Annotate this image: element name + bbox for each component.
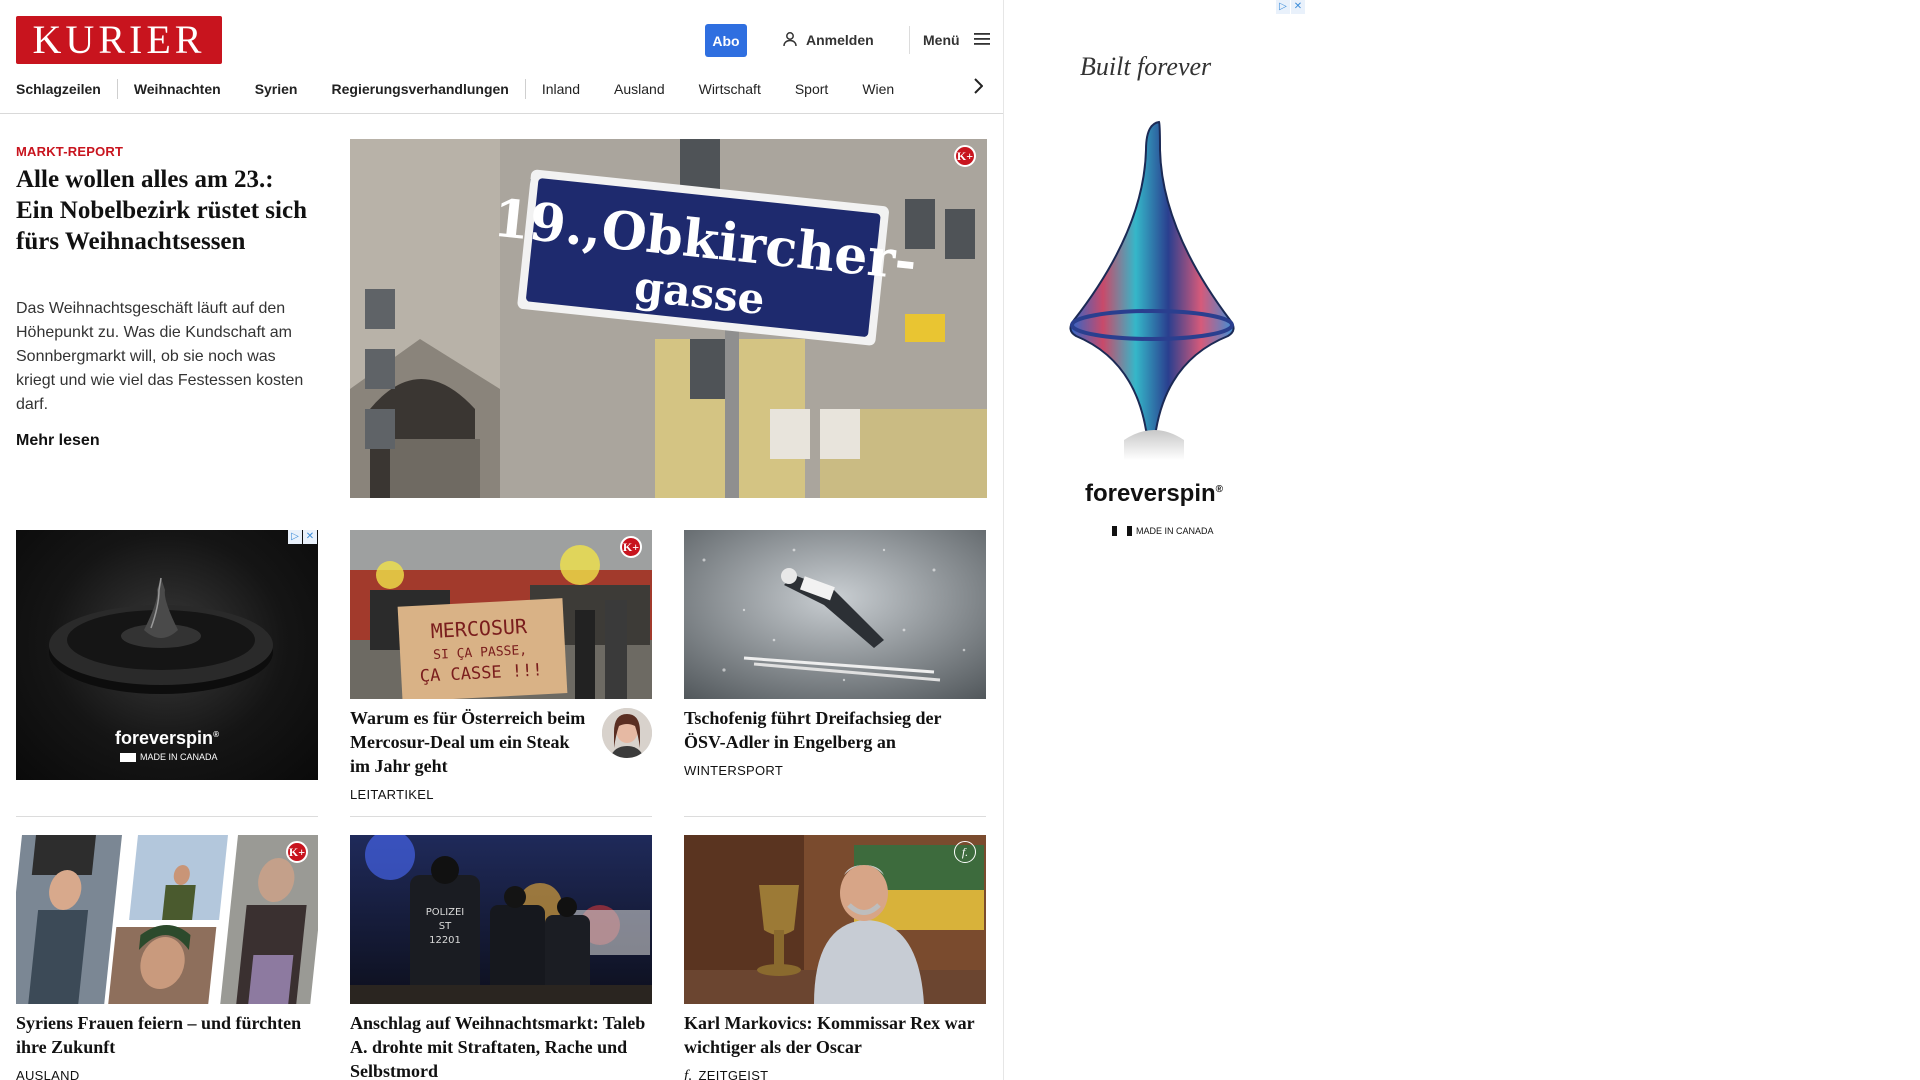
hero-kicker: MARKT-REPORT (16, 144, 124, 159)
logo-text: KURIER (32, 17, 206, 62)
hero-teaser: Das Weihnachtsgeschäft läuft auf den Höh… (16, 300, 304, 413)
abo-button[interactable]: Abo (705, 24, 747, 57)
kplus-badge-icon: K+ (954, 145, 976, 167)
nav-item-schlagzeilen[interactable]: Schlagzeilen (16, 81, 101, 97)
ad-brand-small: foreverspin® (115, 728, 219, 748)
card-image-markovics[interactable]: f. (684, 835, 986, 1004)
ad-close-icon[interactable]: ✕ (1291, 0, 1305, 14)
zeitgeist-badge-icon: f. (954, 841, 976, 863)
card-image-mercosur[interactable]: MERCOSUR SI ÇA PASSE, ÇA CASSE !!! K+ (350, 530, 652, 699)
adchoices-right[interactable]: ▷ ✕ (1276, 0, 1305, 14)
police-vest-text-3: 12201 (429, 935, 461, 946)
kplus-badge-icon: K+ (620, 536, 642, 558)
author-avatar (602, 708, 652, 758)
police-vest-text-1: POLIZEI (426, 907, 465, 918)
card-category-leitartikel: LEITARTIKEL (350, 787, 434, 802)
ad-banner-skyscraper[interactable]: ▷ ✕ Built forever foreverspin® MADE IN C… (1004, 0, 1305, 603)
header-divider (909, 26, 910, 54)
nav-item-sport[interactable]: Sport (795, 81, 828, 97)
adchoices-small[interactable]: ▷ ✕ (288, 530, 317, 544)
nav-item-syrien[interactable]: Syrien (255, 81, 298, 97)
ad-close-icon[interactable]: ✕ (303, 530, 317, 544)
row-divider (350, 816, 652, 817)
row-divider (16, 816, 318, 817)
adchoices-icon[interactable]: ▷ (288, 530, 302, 544)
hero-headline[interactable]: Alle wollen alles am 23.: Ein Nobelbezir… (16, 164, 316, 257)
read-more-link[interactable]: Mehr lesen (16, 432, 100, 450)
menu-button[interactable]: Menü (923, 28, 990, 52)
card-category-wintersport: WINTERSPORT (684, 763, 784, 778)
nav-item-wirtschaft[interactable]: Wirtschaft (699, 81, 761, 97)
kurier-logo[interactable]: KURIER (16, 16, 222, 64)
nav-item-inland[interactable]: Inland (542, 81, 580, 97)
adchoices-icon[interactable]: ▷ (1276, 0, 1290, 14)
hero-image[interactable]: 19.,Obkircher- gasse K+ (350, 139, 987, 498)
card-title-skijump[interactable]: Tschofenig führt Dreifachsieg der ÖSV-Ad… (684, 706, 986, 754)
card-title-anschlag[interactable]: Anschlag auf Weihnachtsmarkt: Taleb A. d… (350, 1011, 652, 1080)
chevron-right-icon (973, 77, 984, 99)
card-title-markovics[interactable]: Karl Markovics: Kommissar Rex war wichti… (684, 1011, 986, 1059)
nav-item-weihnachten[interactable]: Weihnachten (134, 81, 221, 97)
ad-banner-small[interactable]: foreverspin® MADE IN CANADA ▷ ✕ (16, 530, 318, 780)
zeitgeist-icon: f. (684, 1068, 693, 1080)
card-image-skijump[interactable] (684, 530, 986, 699)
card-image-syria[interactable]: K+ (16, 835, 318, 1004)
card-image-police[interactable]: POLIZEI ST 12201 (350, 835, 652, 1004)
nav-item-ausland[interactable]: Ausland (614, 81, 665, 97)
ad-made-in-right: MADE IN CANADA (1112, 526, 1214, 536)
kurier-site: KURIER Abo Anmelden Menü Schlagzeilen We… (0, 0, 1004, 1080)
canada-flag-icon (1112, 526, 1132, 536)
card-category-ausland: AUSLAND (16, 1068, 80, 1080)
nav-next-button[interactable] (968, 76, 988, 100)
canada-flag-icon (120, 752, 136, 762)
card-category-zeitgeist: f. ZEITGEIST (684, 1068, 768, 1080)
login-link[interactable]: Anmelden (782, 28, 874, 52)
protest-sign-line1: MERCOSUR (430, 614, 528, 643)
ad-tagline: Built forever (1080, 52, 1212, 81)
ad-brand-right: foreverspin® (1084, 480, 1224, 507)
user-icon (782, 31, 798, 50)
card-title-syria[interactable]: Syriens Frauen feiern – und fürch­ten ih… (16, 1011, 318, 1059)
kplus-badge-icon: K+ (286, 841, 308, 863)
nav-item-regierungsverhandlungen[interactable]: Regierungsverhandlungen (332, 81, 509, 97)
menu-label: Menü (923, 32, 960, 48)
nav-item-wien[interactable]: Wien (862, 81, 894, 97)
police-vest-text-2: ST (439, 921, 452, 932)
main-navigation: Schlagzeilen Weihnachten Syrien Regierun… (16, 78, 928, 100)
row-divider (684, 816, 986, 817)
login-label: Anmelden (806, 32, 874, 48)
nav-divider (524, 79, 526, 99)
ad-made-in-small: MADE IN CANADA (120, 752, 218, 762)
site-header: KURIER Abo Anmelden Menü Schlagzeilen We… (0, 0, 1004, 114)
hamburger-icon (973, 32, 990, 49)
card-title-mercosur[interactable]: Warum es für Österreich beim Mercosur-De… (350, 706, 590, 778)
nav-divider (116, 79, 118, 99)
